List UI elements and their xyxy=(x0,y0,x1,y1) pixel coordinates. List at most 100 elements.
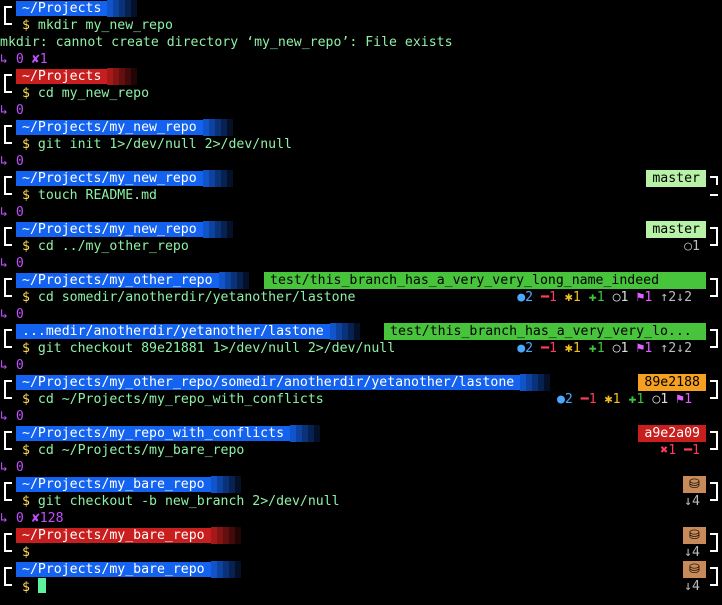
command-text: git checkout -b new_branch 2>/dev/null xyxy=(37,494,340,509)
right-bracket-top xyxy=(710,567,718,576)
command-line[interactable]: $ git init 1>/dev/null 2>/dev/null xyxy=(0,134,722,153)
prompt-header-line: ~/Projects/my_new_repo xyxy=(0,119,722,136)
fade-block xyxy=(314,425,321,442)
fade-block xyxy=(234,527,241,544)
git-status-item: ○1 xyxy=(652,392,669,407)
command-line[interactable]: $ git checkout 89e21881 1>/dev/null 2>/d… xyxy=(0,338,722,357)
git-status-item: ✱1 xyxy=(564,341,581,356)
path-segment: ~/Projects/my_new_repo xyxy=(16,170,233,187)
git-branch-badge: master xyxy=(646,221,706,238)
exit-status: ↳ 0 ✘1 xyxy=(0,52,48,67)
path-segment: ~/Projects xyxy=(16,0,138,17)
fade-block xyxy=(353,323,360,340)
command-line[interactable]: $ touch README.md xyxy=(0,185,722,204)
git-status-item: ●2 xyxy=(517,290,534,305)
path-fade xyxy=(218,272,249,289)
path-fade xyxy=(202,170,233,187)
exit-status: ↳ 0 xyxy=(0,154,24,169)
left-bracket-bottom xyxy=(4,542,12,552)
right-bracket-bottom xyxy=(710,576,718,586)
current-path: ...medir/anotherdir/yetanother/lastone xyxy=(16,324,330,339)
git-status-item: ⚑1 xyxy=(676,392,693,407)
git-status-indicators: ●2 ━1 ✱1 ✚1 ○1 ⚑1 ↑2↓2 xyxy=(517,289,700,306)
left-bracket-bottom xyxy=(4,440,12,450)
command-line[interactable]: $ git checkout -b new_branch 2>/dev/null… xyxy=(0,491,722,510)
command-line[interactable]: $ cd ../my_other_repo ○1 xyxy=(0,236,722,255)
git-status-item: ━1 xyxy=(541,341,557,356)
prompt: $ cd my_new_repo xyxy=(22,85,149,102)
prompt: $ git checkout -b new_branch 2>/dev/null xyxy=(22,493,340,510)
command-line[interactable]: $ cd ~/Projects/my_bare_repo ✖1 ━1 xyxy=(0,440,722,459)
right-bracket-top xyxy=(710,380,718,389)
right-bracket-bottom xyxy=(710,338,718,348)
exit-status-line: ↳ 0 xyxy=(0,357,722,374)
command-text: cd my_new_repo xyxy=(37,86,150,101)
exit-status-line: ↳ 0 xyxy=(0,408,722,425)
exit-status: ↳ 0 xyxy=(0,460,24,475)
current-path: ~/Projects/my_other_repo xyxy=(16,273,219,288)
command-line[interactable]: $ cd my_new_repo xyxy=(0,83,722,102)
prompt-symbol: $ xyxy=(22,188,30,203)
prompt-symbol: $ xyxy=(22,392,30,407)
left-bracket-top xyxy=(4,278,12,287)
path-fade xyxy=(290,425,321,442)
right-bracket-bottom xyxy=(710,491,718,501)
git-status-item: ●2 xyxy=(556,392,573,407)
command-line[interactable]: $ ↓4 xyxy=(0,576,722,595)
prompt-header-line: ...medir/anotherdir/yetanother/lastone te… xyxy=(0,323,722,340)
command-text: cd ~/Projects/my_bare_repo xyxy=(37,443,245,458)
left-bracket-top xyxy=(4,125,12,134)
prompt: $ git init 1>/dev/null 2>/dev/null xyxy=(22,136,292,153)
right-bracket-bottom xyxy=(710,236,718,246)
command-text: mkdir my_new_repo xyxy=(37,18,173,33)
command-line[interactable]: $ mkdir my_new_repo xyxy=(0,15,722,34)
prompt-header-line: ~/Projects/my_other_repo test/this_branch… xyxy=(0,272,722,289)
git-branch-badge: master xyxy=(646,170,706,187)
left-bracket-top xyxy=(4,227,12,236)
exit-status-line: ↳ 0 xyxy=(0,306,722,323)
left-bracket-top xyxy=(4,380,12,389)
fade-block xyxy=(131,68,138,85)
git-status-item: ━1 xyxy=(580,392,597,407)
right-bracket-top xyxy=(710,533,718,542)
path-fade xyxy=(520,374,551,391)
right-bracket-top xyxy=(710,176,718,185)
prompt-symbol: $ xyxy=(22,290,30,305)
git-branch-badge: ⛁ xyxy=(682,476,706,493)
prompt-symbol: $ xyxy=(22,341,30,356)
right-bracket-bottom xyxy=(710,389,718,399)
right-bracket-top xyxy=(710,278,718,287)
prompt: $ git checkout 89e21881 1>/dev/null 2>/d… xyxy=(22,340,395,357)
exit-status-line: ↳ 0 xyxy=(0,255,722,272)
left-bracket-bottom xyxy=(4,287,12,297)
git-branch-badge: ⛁ xyxy=(682,561,706,578)
command-line[interactable]: $ ↓4 xyxy=(0,542,722,561)
right-bracket-top xyxy=(710,482,718,491)
left-bracket-top xyxy=(4,176,12,185)
error-output: mkdir: cannot create directory ‘my_new_r… xyxy=(0,35,453,50)
fade-block xyxy=(226,170,233,187)
git-status: ↓4 xyxy=(684,579,700,594)
current-path: ~/Projects/my_new_repo xyxy=(16,222,203,237)
left-bracket-top xyxy=(4,431,12,440)
left-bracket-top xyxy=(4,6,12,15)
exit-status-line: ↳ 0 xyxy=(0,153,722,170)
current-path: ~/Projects xyxy=(16,1,108,16)
git-branch-badge: 89e2188 xyxy=(638,374,706,391)
command-text: cd somedir/anotherdir/yetanother/lastone xyxy=(37,290,356,305)
path-fade xyxy=(210,527,241,544)
command-text: git checkout 89e21881 1>/dev/null 2>/dev… xyxy=(37,341,396,356)
git-status: ↓4 xyxy=(684,545,700,560)
current-path: ~/Projects/my_bare_repo xyxy=(16,528,211,543)
prompt: $ cd ~/Projects/my_bare_repo xyxy=(22,442,244,459)
path-fade xyxy=(107,68,138,85)
prompt-header-line: ~/Projects/my_bare_repo ⛁ xyxy=(0,527,722,544)
command-line[interactable]: $ cd somedir/anotherdir/yetanother/lasto… xyxy=(0,287,722,306)
exit-status: ↳ 0 xyxy=(0,205,24,220)
left-bracket-bottom xyxy=(4,236,12,246)
right-bracket-top xyxy=(710,329,718,338)
command-line[interactable]: $ cd ~/Projects/my_repo_with_conflicts ●2… xyxy=(0,389,722,408)
exit-status-line: ↳ 0 ✘1 xyxy=(0,51,722,68)
git-status-item: ⚑1 xyxy=(636,341,653,356)
path-segment: ~/Projects/my_bare_repo xyxy=(16,561,241,578)
